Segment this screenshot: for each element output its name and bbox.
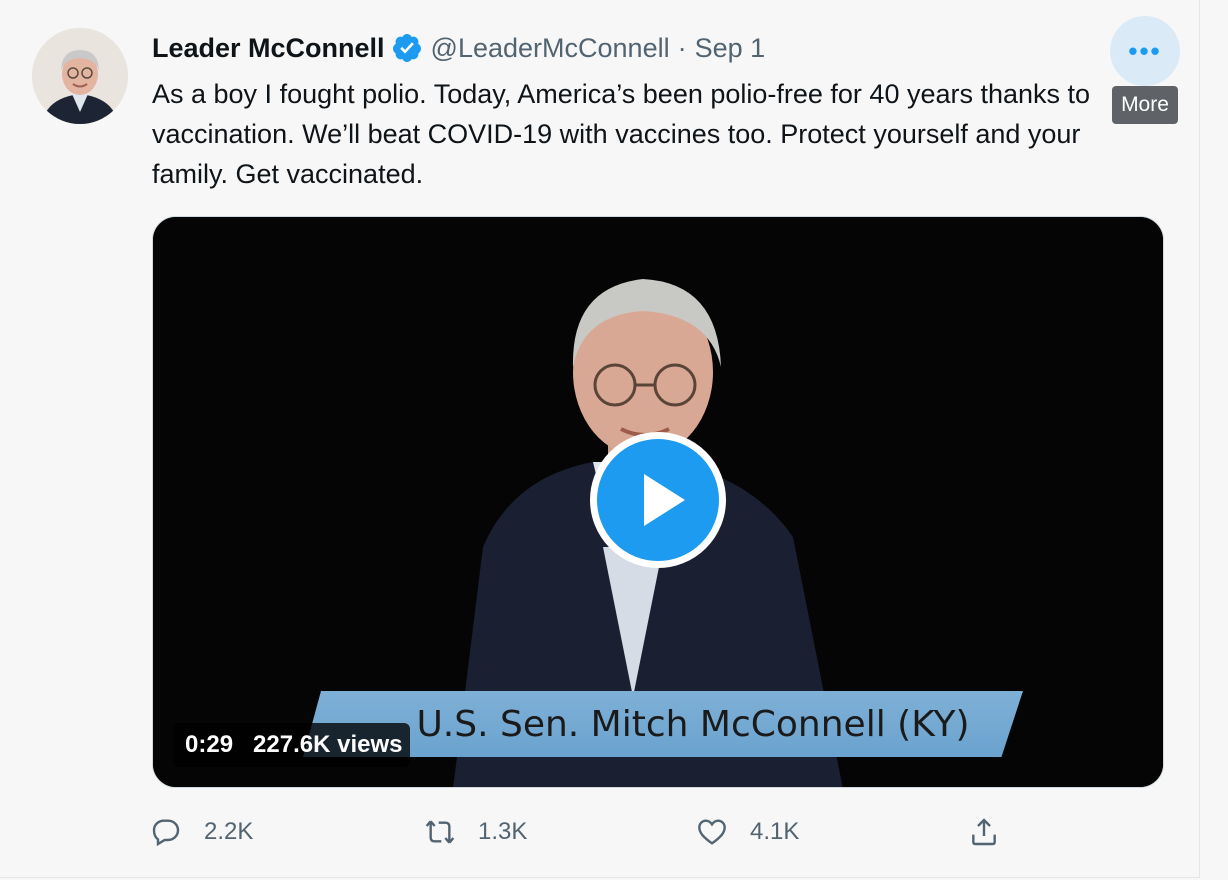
retweet-count: 1.3K (478, 818, 528, 845)
avatar-image (32, 28, 128, 124)
retweet-button[interactable]: 1.3K (424, 812, 527, 852)
share-icon (972, 818, 996, 846)
author-name[interactable]: Leader McConnell (152, 33, 385, 64)
verified-badge-icon (392, 34, 421, 62)
share-button[interactable] (968, 812, 1000, 852)
reply-button[interactable]: 2.2K (150, 812, 253, 852)
tweet-card[interactable]: Leader McConnell @LeaderMcConnell · Sep … (0, 0, 1200, 878)
separator-dot: · (677, 32, 687, 63)
reply-icon (152, 819, 180, 847)
heart-icon (698, 819, 726, 845)
video-duration: 0:29 (185, 731, 234, 758)
tweet-actions: 2.2K 1.3K 4.1K (150, 812, 1050, 852)
video-caption-banner: U.S. Sen. Mitch McConnell (KY) (303, 691, 1023, 757)
more-tooltip: More (1112, 86, 1178, 124)
author-handle[interactable]: @LeaderMcConnell (431, 33, 670, 64)
play-icon (644, 474, 685, 526)
reply-count: 2.2K (204, 818, 254, 845)
video-views: 227.6K views (253, 731, 403, 758)
author-avatar[interactable] (32, 28, 128, 124)
tweet-date[interactable]: Sep 1 (695, 33, 766, 64)
tweet-text: As a boy I fought polio. Today, America’… (152, 79, 1091, 189)
video-meta-badge: 0:29 227.6K views (173, 723, 411, 767)
tweet-header: Leader McConnell @LeaderMcConnell · Sep … (152, 30, 765, 66)
video-player[interactable]: U.S. Sen. Mitch McConnell (KY) 0:29 227.… (152, 216, 1164, 788)
play-button[interactable] (590, 432, 726, 568)
more-icon: ••• (1128, 35, 1162, 66)
like-button[interactable]: 4.1K (696, 812, 799, 852)
more-button[interactable]: ••• (1110, 16, 1180, 86)
like-count: 4.1K (750, 818, 800, 845)
retweet-icon (425, 820, 455, 844)
